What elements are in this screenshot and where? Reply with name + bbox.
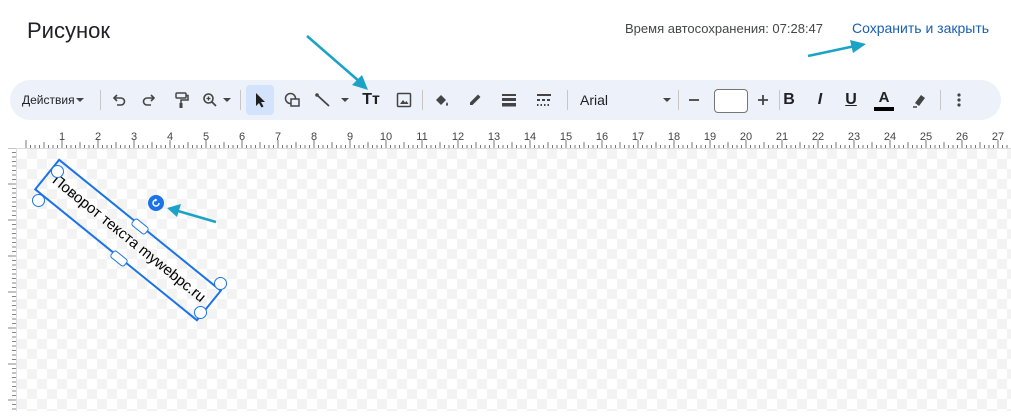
ruler-number: 26	[955, 131, 969, 143]
ruler-number: 13	[487, 131, 501, 143]
ruler-number: 27	[991, 131, 1005, 143]
resize-handle-bottom-right[interactable]	[194, 306, 207, 319]
font-size-input[interactable]	[714, 89, 748, 113]
font-family-value: Arial	[580, 92, 609, 108]
ruler-number: 6	[238, 131, 246, 143]
shape-tool-button[interactable]	[281, 85, 305, 115]
underline-button[interactable]: U	[839, 85, 863, 115]
save-and-close-button[interactable]: Сохранить и закрыть	[852, 20, 989, 36]
vertical-ruler	[0, 147, 17, 411]
decrease-font-size-button[interactable]	[682, 85, 706, 115]
divider	[240, 90, 241, 110]
ruler-number: 20	[739, 131, 753, 143]
highlighter-icon	[913, 95, 925, 108]
text-color-label: A	[878, 88, 890, 106]
actions-label: Действия	[22, 93, 75, 107]
ruler-number: 25	[919, 131, 933, 143]
paint-format-icon	[175, 92, 189, 108]
border-dash-icon	[537, 94, 551, 106]
ruler-number: 15	[559, 131, 573, 143]
text-color-swatch	[874, 106, 894, 111]
image-button[interactable]	[392, 85, 416, 115]
underline-label: U	[845, 91, 857, 108]
ruler-number: 3	[130, 131, 138, 143]
increase-font-size-button[interactable]	[751, 85, 775, 115]
ruler-number: 11	[416, 131, 428, 143]
zoom-button[interactable]	[200, 85, 234, 115]
divider	[678, 90, 679, 110]
ruler-number: 23	[847, 131, 861, 143]
undo-button[interactable]	[107, 85, 131, 115]
select-tool-button[interactable]	[246, 85, 274, 115]
resize-handle-right[interactable]	[214, 277, 227, 290]
redo-button[interactable]	[137, 85, 161, 115]
resize-handle-top-left[interactable]	[51, 165, 64, 178]
line-tool-button[interactable]	[313, 85, 351, 115]
cursor-arrow-icon	[256, 93, 265, 108]
paint-bucket-icon	[436, 95, 448, 106]
toolbar: Действия Tт Arial B I U A	[10, 80, 1001, 120]
italic-label: I	[817, 91, 823, 108]
pencil-icon	[470, 94, 481, 105]
ruler-number: 24	[883, 131, 897, 143]
ruler-number: 22	[811, 131, 825, 143]
text-color-button[interactable]: A	[872, 85, 896, 115]
plus-icon	[758, 95, 768, 105]
fill-color-button[interactable]	[430, 85, 454, 115]
annotation-arrow	[807, 40, 866, 58]
chevron-down-icon	[663, 98, 671, 102]
ruler-number: 10	[379, 131, 393, 143]
ruler-number: 7	[274, 131, 282, 143]
border-weight-icon	[502, 94, 516, 107]
ruler-number: 17	[631, 131, 645, 143]
page-title: Рисунок	[27, 18, 110, 43]
border-weight-button[interactable]	[497, 85, 521, 115]
divider	[940, 90, 941, 110]
image-icon	[396, 92, 412, 108]
rotate-handle[interactable]	[148, 195, 164, 211]
divider	[422, 90, 423, 110]
more-options-button[interactable]	[947, 85, 971, 115]
bold-label: B	[783, 91, 795, 108]
ruler-number: 8	[310, 131, 318, 143]
vertical-ruler-ticks	[8, 147, 16, 410]
text-box-button[interactable]: Tт	[359, 85, 383, 115]
paint-format-button[interactable]	[168, 85, 194, 115]
ruler-number: 4	[166, 131, 174, 143]
ruler-number: 2	[94, 131, 102, 143]
ruler-number: 16	[595, 131, 609, 143]
ruler-number: 18	[667, 131, 681, 143]
zoom-icon	[203, 93, 231, 107]
shape-icon	[284, 92, 300, 107]
ruler-number: 1	[58, 131, 66, 143]
ruler-number: 14	[523, 131, 537, 143]
ruler-number: 5	[202, 131, 210, 143]
ruler-number: 12	[451, 131, 465, 143]
undo-icon	[112, 94, 126, 106]
ruler-number: 21	[775, 131, 789, 143]
resize-handle-left[interactable]	[32, 194, 45, 207]
ruler-number: 9	[346, 131, 354, 143]
highlight-color-button[interactable]	[907, 85, 931, 115]
divider	[567, 90, 568, 110]
autosave-status: Время автосохранения: 07:28:47	[625, 21, 824, 36]
minus-icon	[689, 99, 699, 101]
actions-menu[interactable]: Действия	[22, 85, 85, 115]
font-family-select[interactable]: Arial	[580, 85, 672, 115]
bold-button[interactable]: B	[777, 85, 801, 115]
ruler-number: 19	[703, 131, 717, 143]
rotate-icon	[152, 198, 160, 207]
text-box-icon: Tт	[362, 91, 380, 108]
more-vert-icon	[957, 93, 961, 107]
border-dash-button[interactable]	[532, 85, 556, 115]
divider	[100, 90, 101, 110]
italic-button[interactable]: I	[808, 85, 832, 115]
horizontal-ruler: 1 2 3 4 5 6 7 8 9 10 11 12 13 14 15 16 17 18 19 20 21 22 23 24 2…	[0, 128, 1011, 149]
line-icon	[315, 93, 349, 107]
border-color-button[interactable]	[463, 85, 487, 115]
chevron-down-icon	[75, 98, 84, 102]
redo-icon	[142, 94, 156, 106]
